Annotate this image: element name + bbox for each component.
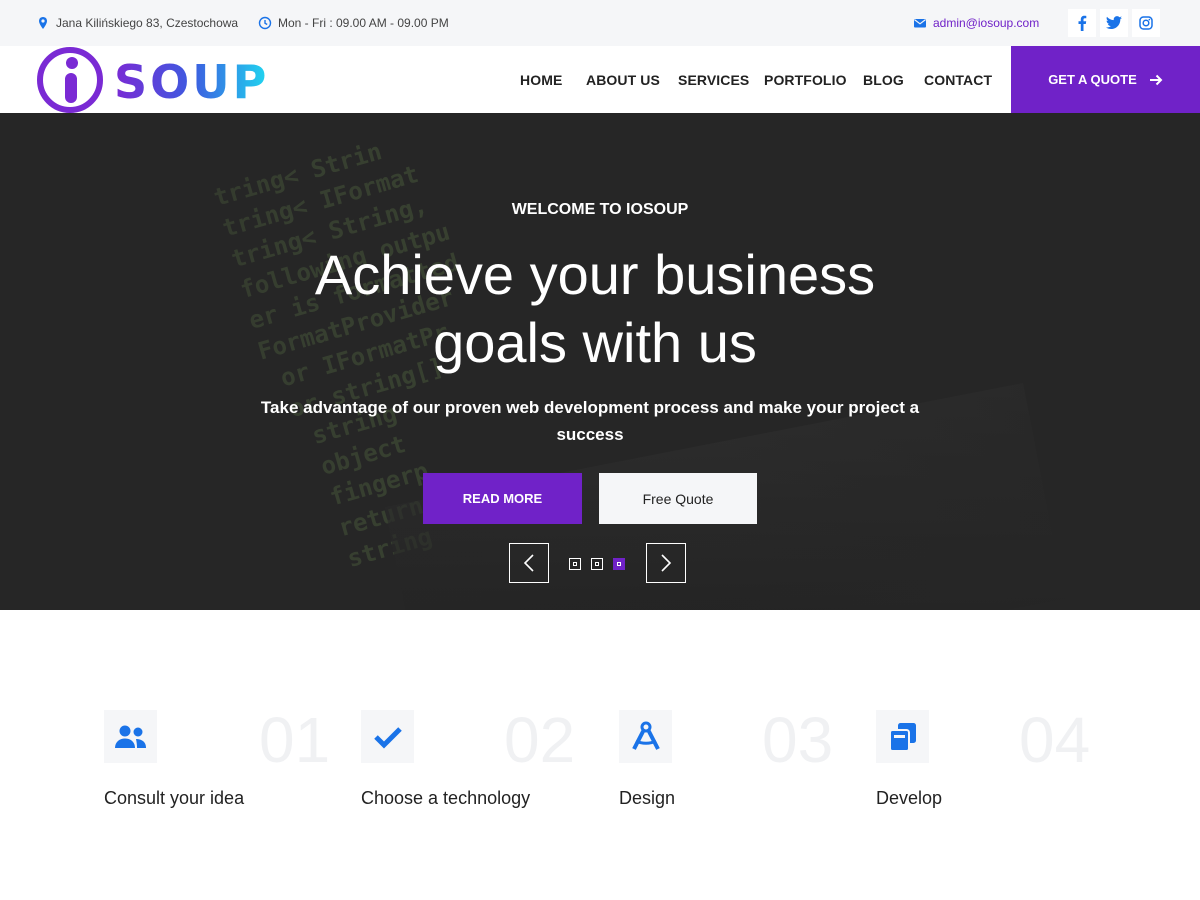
feature-number: 03 bbox=[762, 704, 834, 776]
nav-about-us[interactable]: ABOUT US bbox=[586, 72, 660, 88]
slider-next-button[interactable] bbox=[646, 543, 686, 583]
hero-welcome: WELCOME TO IOSOUP bbox=[511, 201, 689, 218]
feature-icon-box bbox=[876, 710, 929, 763]
twitter-icon bbox=[1106, 16, 1122, 29]
feature-consult: 01 Consult your idea bbox=[104, 705, 344, 820]
nav-contact[interactable]: CONTACT bbox=[924, 72, 992, 88]
clone-icon bbox=[888, 722, 916, 752]
feature-number: 04 bbox=[1019, 704, 1091, 776]
feature-develop: 04 Develop bbox=[876, 705, 1116, 820]
hero-title: Achieve your business goals with us bbox=[314, 243, 876, 374]
facebook-icon bbox=[1078, 15, 1087, 31]
clock-icon bbox=[258, 16, 272, 30]
address-info: Jana Kilińskiego 83, Czestochowa bbox=[36, 16, 238, 30]
facebook-link[interactable] bbox=[1068, 9, 1096, 37]
slider-dot-active[interactable] bbox=[613, 558, 625, 570]
slider-prev-button[interactable] bbox=[509, 543, 549, 583]
instagram-link[interactable] bbox=[1132, 9, 1160, 37]
feature-title: Choose a technology bbox=[361, 788, 531, 808]
hero-slider: tring< Strin tring< IFormat tring< Strin… bbox=[0, 113, 1200, 610]
hero-subtitle: Take advantage of our proven web develop… bbox=[260, 398, 920, 444]
nav-services[interactable]: SERVICES bbox=[678, 72, 749, 88]
email-info[interactable]: admin@iosoup.com bbox=[913, 16, 1039, 30]
arrow-right-icon bbox=[1149, 74, 1163, 85]
logo-mark: SOUP bbox=[37, 47, 269, 113]
map-pin-icon bbox=[39, 17, 47, 29]
feature-number: 01 bbox=[259, 704, 331, 776]
feature-icon-box bbox=[619, 710, 672, 763]
hours-text: Mon - Fri : 09.00 AM - 09.00 PM bbox=[278, 16, 449, 30]
feature-number: 02 bbox=[504, 704, 576, 776]
feature-title: Consult your idea bbox=[104, 788, 245, 808]
read-more-button[interactable]: READ MORE bbox=[423, 473, 582, 524]
feature-icon-box bbox=[361, 710, 414, 763]
svg-text:SOUP: SOUP bbox=[114, 55, 269, 109]
nav-blog[interactable]: BLOG bbox=[863, 72, 904, 88]
feature-title: Develop bbox=[876, 788, 943, 808]
feature-icon-box bbox=[104, 710, 157, 763]
site-header: SOUP HOME ABOUT US SERVICES PORTFOLIO BL… bbox=[0, 46, 1200, 113]
address-text: Jana Kilińskiego 83, Czestochowa bbox=[56, 16, 239, 30]
nav-home[interactable]: HOME bbox=[520, 72, 562, 88]
chevron-left-icon bbox=[523, 554, 534, 572]
drafting-compass-icon bbox=[631, 721, 660, 750]
users-icon bbox=[114, 725, 146, 748]
feature-design: 03 Design bbox=[619, 705, 859, 820]
chevron-right-icon bbox=[661, 554, 672, 572]
email-link[interactable]: admin@iosoup.com bbox=[933, 16, 1039, 30]
top-bar: Jana Kilińskiego 83, Czestochowa Mon - F… bbox=[0, 0, 1200, 46]
feature-title: Design bbox=[619, 788, 676, 808]
logo[interactable]: SOUP bbox=[34, 46, 304, 113]
instagram-icon bbox=[1139, 16, 1153, 30]
slider-dot[interactable] bbox=[591, 558, 603, 570]
nav-portfolio[interactable]: PORTFOLIO bbox=[764, 72, 847, 88]
envelope-icon bbox=[914, 19, 926, 28]
check-icon bbox=[373, 726, 402, 749]
free-quote-button[interactable]: Free Quote bbox=[599, 473, 757, 524]
get-a-quote-button[interactable]: GET A QUOTE bbox=[1011, 46, 1200, 113]
get-a-quote-label: GET A QUOTE bbox=[1048, 72, 1137, 87]
hours-info: Mon - Fri : 09.00 AM - 09.00 PM bbox=[258, 16, 449, 30]
slider-dot[interactable] bbox=[569, 558, 581, 570]
feature-technology: 02 Choose a technology bbox=[361, 705, 601, 820]
twitter-link[interactable] bbox=[1100, 9, 1128, 37]
